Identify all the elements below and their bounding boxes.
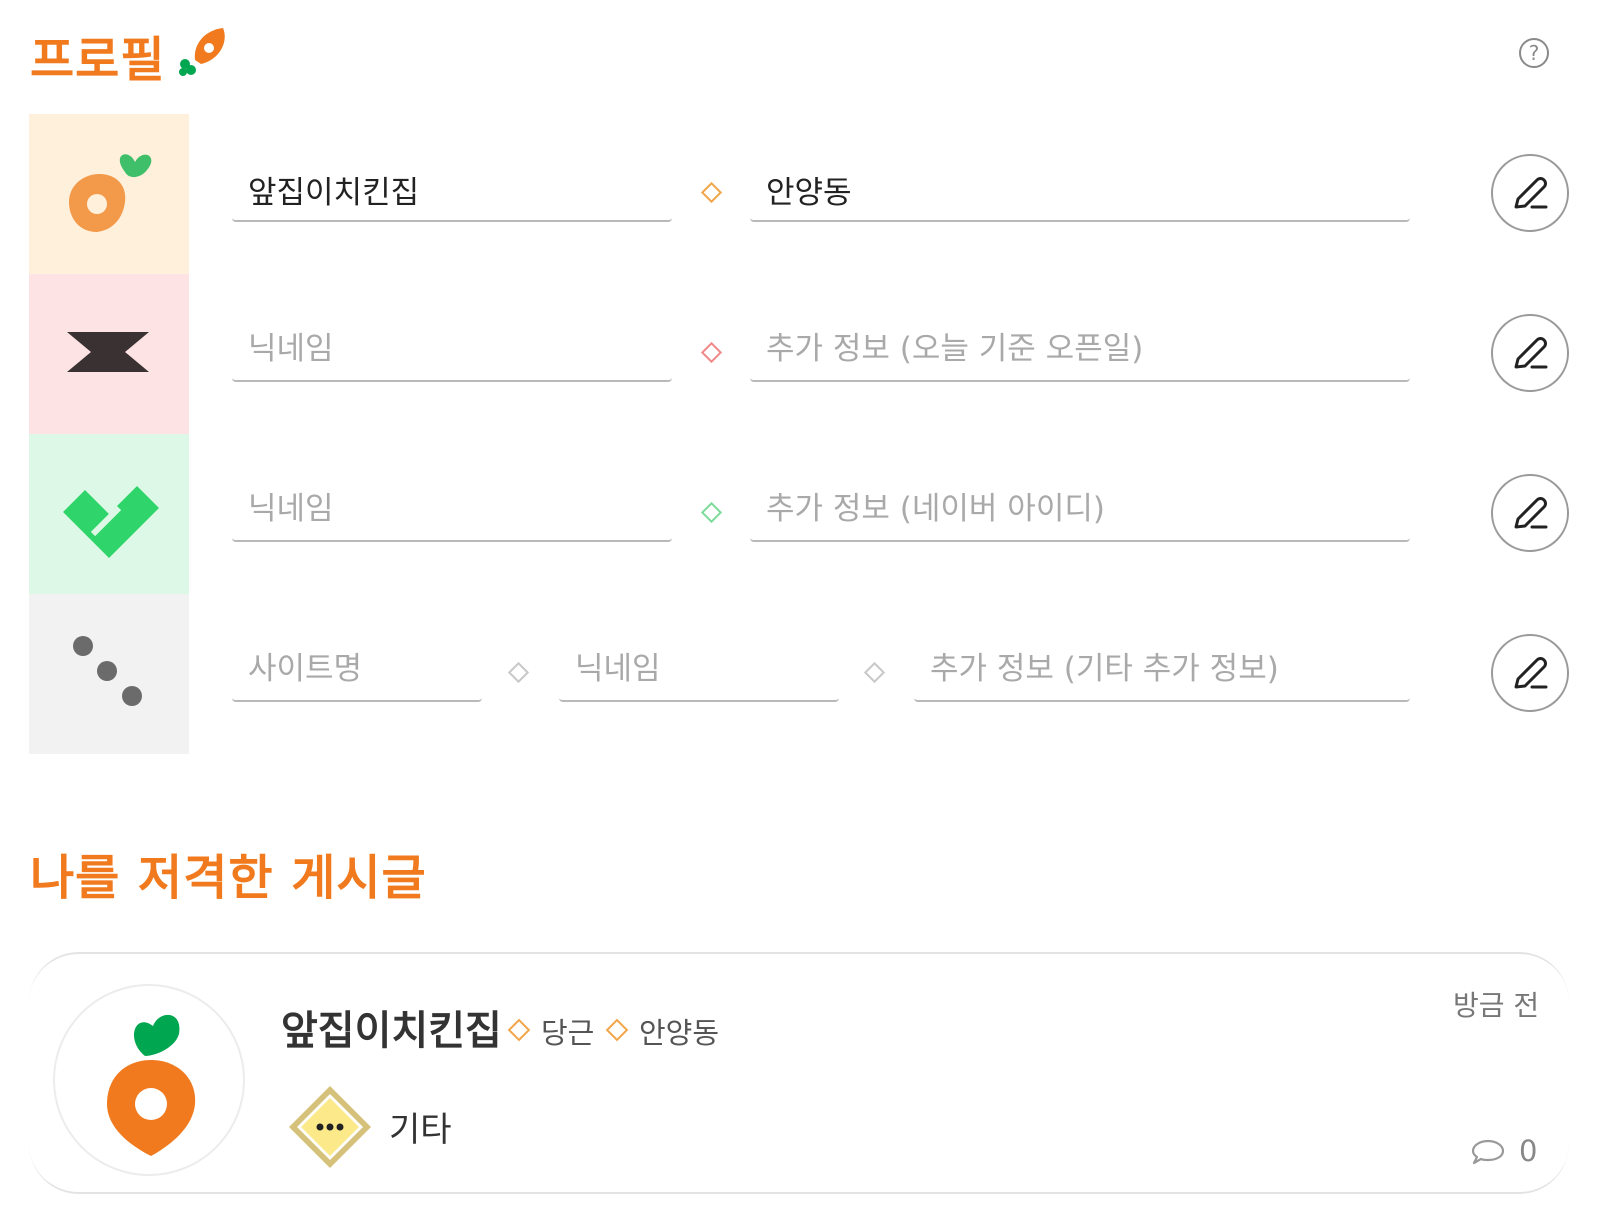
site-tile-other	[29, 594, 189, 754]
post-platform: 당근	[541, 1016, 595, 1050]
extra-info-field[interactable]	[750, 322, 1410, 382]
ellipsis-diamond-icon	[289, 1086, 371, 1168]
nickname-input[interactable]	[248, 482, 662, 536]
dots-icon	[73, 636, 142, 706]
separator-diamond-icon	[507, 661, 530, 684]
pencil-icon	[1514, 657, 1548, 689]
profile-row-zigbang	[29, 274, 1569, 434]
separator-diamond-icon	[700, 501, 723, 524]
site-name-field[interactable]	[232, 642, 482, 702]
extra-info-field[interactable]	[750, 482, 1410, 542]
check-logo-icon	[63, 486, 159, 558]
extra-info-field[interactable]	[750, 162, 1410, 222]
z-logo-icon	[67, 332, 149, 372]
site-tile-band	[29, 434, 189, 594]
carrot-logo-icon	[179, 28, 225, 76]
carrot-logo-icon	[107, 1014, 196, 1156]
pencil-icon	[1514, 337, 1548, 369]
nickname-input[interactable]	[248, 322, 662, 376]
edit-button[interactable]	[1491, 634, 1569, 712]
profile-row-carrot	[29, 114, 1569, 274]
separator-diamond-icon	[507, 1018, 531, 1042]
post-time: 방금 전	[1453, 989, 1540, 1022]
extra-info-input[interactable]	[930, 642, 1400, 696]
pencil-icon	[1514, 177, 1548, 209]
nickname-field[interactable]	[232, 322, 672, 382]
post-author[interactable]: 앞집이치킨집	[281, 998, 502, 1056]
separator-diamond-icon	[700, 181, 723, 204]
carrot-logo-icon	[69, 154, 152, 232]
site-name-input[interactable]	[248, 642, 472, 696]
posts-title: 나를 저격한 게시글	[30, 850, 427, 906]
site-tile-zigbang	[29, 274, 189, 434]
nickname-field[interactable]	[232, 482, 672, 542]
site-tile-carrot	[29, 114, 189, 274]
nickname-input[interactable]	[248, 162, 662, 216]
edit-button[interactable]	[1491, 474, 1569, 552]
nickname-field[interactable]	[559, 642, 839, 702]
extra-info-input[interactable]	[766, 162, 1400, 216]
profile-row-other	[29, 594, 1569, 754]
help-icon[interactable]: ?	[1519, 38, 1549, 68]
speech-bubble-icon	[1471, 1139, 1505, 1165]
profile-row-band	[29, 434, 1569, 594]
pencil-icon	[1514, 497, 1548, 529]
separator-diamond-icon	[700, 341, 723, 364]
separator-diamond-icon	[605, 1018, 629, 1042]
extra-info-field[interactable]	[914, 642, 1410, 702]
nickname-input[interactable]	[575, 642, 829, 696]
post-card[interactable]: 앞집이치킨집 당근 안양동 방금 전 기타 0	[29, 952, 1569, 1194]
post-category: 기타	[389, 1110, 452, 1150]
extra-info-input[interactable]	[766, 482, 1400, 536]
extra-info-input[interactable]	[766, 322, 1400, 376]
edit-button[interactable]	[1491, 314, 1569, 392]
edit-button[interactable]	[1491, 154, 1569, 232]
corner-accent	[1532, 1155, 1569, 1192]
nickname-field[interactable]	[232, 162, 672, 222]
avatar	[53, 984, 245, 1176]
profile-title: 프로필	[30, 32, 166, 88]
post-region: 안양동	[639, 1016, 720, 1050]
separator-diamond-icon	[863, 661, 886, 684]
